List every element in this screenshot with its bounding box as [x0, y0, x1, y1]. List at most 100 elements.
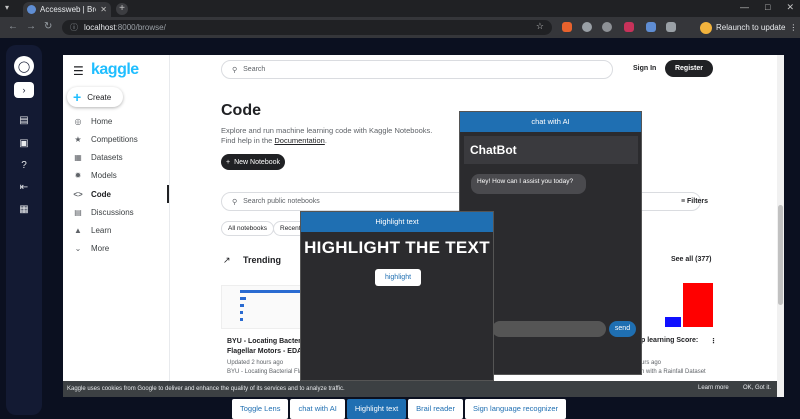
- page-description: Explore and run machine learning code wi…: [221, 126, 461, 146]
- create-button[interactable]: + Create: [67, 87, 123, 107]
- extension-icon[interactable]: [624, 22, 634, 32]
- chat-with-ai-button[interactable]: chat with AI: [290, 399, 345, 419]
- sidebar-item-models[interactable]: ✹ Models: [73, 168, 117, 182]
- see-all-link[interactable]: See all (377): [671, 256, 711, 263]
- sidebar-item-learn[interactable]: ▲ Learn: [73, 223, 111, 237]
- reload-icon[interactable]: ↻: [44, 21, 52, 32]
- more-kebab-icon[interactable]: ⋮: [710, 337, 717, 345]
- notebook-thumbnail[interactable]: [641, 281, 715, 329]
- back-arrow-icon[interactable]: ←: [8, 21, 18, 32]
- grid-icon[interactable]: ▦: [17, 203, 31, 217]
- discussion-icon: ▤: [74, 207, 82, 217]
- brail-reader-button[interactable]: Brail reader: [408, 399, 463, 419]
- search-icon: ⚲: [232, 66, 238, 74]
- thumbnail-block: [665, 317, 681, 327]
- sign-in-link[interactable]: Sign In: [633, 65, 656, 72]
- extension-icon[interactable]: [562, 22, 572, 32]
- sidebar-item-label: Models: [91, 170, 117, 180]
- search-icon: ⚲: [232, 198, 238, 206]
- help-circle-icon[interactable]: ?: [17, 159, 31, 173]
- window-controls: — □ ✕: [740, 2, 794, 13]
- sidebar-item-home[interactable]: ◎ Home: [73, 114, 113, 128]
- highlight-heading: HIGHLIGHT THE TEXT: [304, 238, 490, 257]
- profile-avatar[interactable]: [700, 21, 712, 34]
- sidebar-item-competitions[interactable]: ★ Competitions: [73, 132, 138, 146]
- extensions-puzzle-icon[interactable]: [666, 22, 676, 32]
- documentation-link[interactable]: Documentation: [274, 136, 324, 145]
- notebook-thumbnail[interactable]: [221, 285, 301, 329]
- extension-icon[interactable]: [582, 22, 592, 32]
- app-sidebar-panel: [6, 45, 42, 415]
- register-button[interactable]: Register: [665, 60, 713, 77]
- chip-all-notebooks[interactable]: All notebooks: [221, 221, 275, 236]
- highlight-panel-header[interactable]: Highlight text: [301, 212, 493, 232]
- search-placeholder: Search: [243, 66, 266, 73]
- home-icon: ◎: [74, 116, 82, 126]
- chatbot-title: ChatBot: [464, 136, 638, 164]
- bookmark-star-icon[interactable]: ☆: [536, 21, 544, 32]
- tab-favicon-icon: [27, 5, 36, 14]
- code-icon: <>: [73, 189, 83, 199]
- sign-language-recognizer-button[interactable]: Sign language recognizer: [464, 399, 567, 419]
- toggle-lens-button[interactable]: Toggle Lens: [232, 399, 289, 419]
- sidebar-divider: [169, 55, 170, 397]
- chat-panel-header[interactable]: chat with AI: [460, 112, 641, 132]
- school-icon: ▲: [74, 225, 82, 235]
- new-notebook-label: New Notebook: [234, 158, 280, 166]
- highlight-text-button[interactable]: Highlight text: [346, 399, 407, 419]
- description-prefix: Find help in the: [221, 136, 275, 145]
- forward-arrow-icon[interactable]: →: [26, 21, 36, 32]
- highlight-panel: Highlight text HIGHLIGHT THE TEXT highli…: [300, 211, 494, 381]
- search-placeholder: Search public notebooks: [243, 198, 320, 205]
- cookie-learn-more-button[interactable]: Learn more: [698, 385, 729, 391]
- new-notebook-button[interactable]: + New Notebook: [221, 154, 285, 170]
- notebook-card-meta: urs ago n with a Rainfall Dataset: [641, 359, 717, 377]
- sidebar-item-label: Learn: [91, 225, 112, 235]
- sidebar-item-label: Home: [91, 116, 113, 126]
- tab-close-icon[interactable]: ✕: [100, 5, 107, 14]
- browser-window-icon[interactable]: ▤: [17, 114, 31, 128]
- notebook-source: n with a Rainfall Dataset: [641, 369, 706, 375]
- extension-icon[interactable]: [646, 22, 656, 32]
- sidebar-item-code[interactable]: <> Code: [73, 187, 111, 201]
- menu-kebab-icon[interactable]: ⋮: [789, 23, 797, 32]
- chat-bubble-icon[interactable]: ▣: [17, 137, 31, 151]
- browser-toolbar: ← → ↻ ⓘ localhost:8000/browse/ ☆ Relaunc…: [0, 17, 800, 38]
- cookie-ok-button[interactable]: OK, Got it.: [739, 383, 775, 394]
- sidebar-item-label: Competitions: [91, 134, 138, 144]
- site-search-input[interactable]: ⚲ Search: [221, 60, 613, 79]
- notebook-card-title[interactable]: p learning Score: ⋮: [641, 337, 717, 345]
- chat-message-input[interactable]: [492, 321, 606, 337]
- scrollbar-thumb[interactable]: [778, 205, 783, 305]
- thumbnail-bar: [240, 290, 300, 293]
- sidebar-item-label: More: [91, 243, 110, 253]
- sidebar-item-more[interactable]: ⌄ More: [73, 241, 110, 255]
- sidebar-item-datasets[interactable]: ▦ Datasets: [73, 150, 122, 164]
- address-bar[interactable]: ⓘ localhost:8000/browse/ ☆: [62, 20, 552, 35]
- logout-icon[interactable]: ⇤: [17, 181, 31, 195]
- extension-toolbar: Toggle Lens chat with AI Highlight text …: [232, 399, 567, 419]
- tab-list-chevron-icon[interactable]: ▾: [5, 3, 9, 12]
- sidebar-item-discussions[interactable]: ▤ Discussions: [73, 205, 133, 219]
- thumbnail-bar: [240, 318, 243, 321]
- maximize-icon[interactable]: □: [765, 2, 770, 13]
- app-logo-icon: ◯: [14, 56, 34, 76]
- description-line: Explore and run machine learning code wi…: [221, 126, 433, 135]
- hamburger-menu-icon[interactable]: ☰: [73, 64, 84, 78]
- expand-sidebar-button[interactable]: ›: [14, 82, 34, 98]
- relaunch-button[interactable]: Relaunch to update ⋮: [700, 20, 797, 35]
- close-window-icon[interactable]: ✕: [786, 2, 794, 13]
- minimize-icon[interactable]: —: [740, 2, 749, 13]
- chevron-down-icon: ⌄: [74, 243, 82, 253]
- highlight-button[interactable]: highlight: [375, 269, 421, 286]
- browser-tab[interactable]: Accessweb | Breck ✕: [23, 2, 111, 17]
- new-tab-plus-icon[interactable]: +: [116, 3, 128, 15]
- kaggle-logo[interactable]: kaggle: [91, 61, 139, 79]
- page-scrollbar[interactable]: [777, 55, 784, 397]
- site-info-icon[interactable]: ⓘ: [70, 22, 78, 33]
- extension-icon[interactable]: [602, 22, 612, 32]
- filters-button[interactable]: ≡ Filters: [681, 198, 708, 205]
- relaunch-label: Relaunch to update: [716, 23, 786, 32]
- trophy-icon: ★: [74, 134, 82, 144]
- send-button[interactable]: send: [609, 321, 636, 337]
